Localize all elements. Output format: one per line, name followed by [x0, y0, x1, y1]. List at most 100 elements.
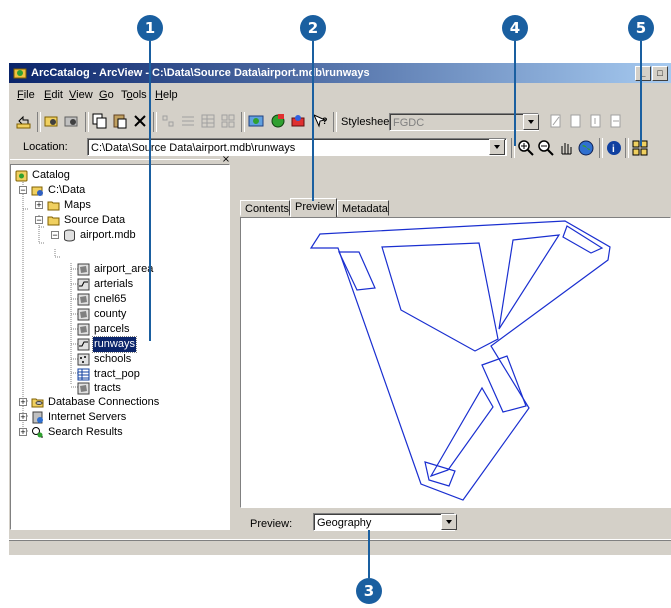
- expand-toggle[interactable]: +: [19, 398, 27, 407]
- edit-metadata-icon[interactable]: [547, 112, 565, 130]
- launch-arctoolbox-icon[interactable]: [269, 112, 287, 130]
- internet-servers-icon: [32, 411, 43, 424]
- large-icons-view-icon[interactable]: [159, 112, 177, 130]
- export-metadata-icon[interactable]: [607, 112, 625, 130]
- collapse-toggle[interactable]: −: [19, 186, 27, 195]
- status-bar: [9, 540, 671, 555]
- tree-label-c-data: C:\Data: [48, 184, 86, 196]
- tree-label-runways-selected: runways: [92, 336, 137, 353]
- toolbar-separator: [241, 112, 245, 132]
- catalog-icon: [15, 170, 28, 182]
- callout-1-leader: [149, 41, 151, 341]
- preview-type-select[interactable]: Geography: [313, 513, 455, 531]
- line-feature-class-icon: [77, 338, 90, 351]
- tree-label-internet-servers: Internet Servers: [48, 411, 127, 423]
- pan-icon[interactable]: [557, 139, 575, 157]
- tree-label-search-results: Search Results: [48, 426, 123, 438]
- maximize-button[interactable]: □: [652, 66, 668, 81]
- stylesheet-label: Stylesheet:: [341, 116, 396, 128]
- toolbar-separator: [333, 112, 337, 132]
- folder-icon: [47, 201, 60, 211]
- delete-icon[interactable]: [131, 112, 149, 130]
- svg-text:?: ?: [322, 116, 328, 126]
- arccatalog-app-icon: [13, 68, 27, 79]
- callout-2: 2: [300, 15, 326, 41]
- callout-5: 5: [628, 15, 654, 41]
- location-dropdown-arrow[interactable]: [489, 139, 505, 155]
- menu-tools[interactable]: Tools: [121, 89, 147, 101]
- preview-type-label: Preview:: [250, 518, 293, 530]
- svg-text:i: i: [612, 144, 615, 155]
- toolbar-separator: [85, 112, 89, 132]
- tree-label-maps: Maps: [64, 199, 91, 211]
- details-view-icon[interactable]: [199, 112, 217, 130]
- polygon-feature-class-icon: [77, 293, 90, 306]
- stylesheet-select[interactable]: FGDC: [389, 113, 539, 131]
- tab-contents[interactable]: Contents: [240, 200, 290, 216]
- expand-toggle[interactable]: +: [35, 201, 43, 210]
- menu-file[interactable]: File: [17, 89, 35, 101]
- callout-3: 3: [356, 578, 382, 604]
- tree-label-county: county: [94, 308, 127, 320]
- callout-5-leader: [640, 41, 642, 146]
- toolbar-separator: [599, 138, 603, 158]
- identify-icon[interactable]: i: [605, 139, 623, 157]
- zoom-out-icon[interactable]: [537, 139, 555, 157]
- up-one-level-icon[interactable]: [15, 112, 33, 130]
- launch-toolbox-icon[interactable]: [289, 112, 307, 130]
- polygon-feature-class-icon: [77, 382, 90, 395]
- full-extent-icon[interactable]: [577, 139, 595, 157]
- menu-bar: File Edit View Go Tools Help: [9, 85, 671, 107]
- tree-label-tracts: tracts: [94, 382, 121, 394]
- tree-label-airport-mdb: airport.mdb: [80, 229, 136, 241]
- paste-icon[interactable]: [111, 112, 129, 130]
- location-toolbar: Location: C:\Data\Source Data\airport.md…: [9, 136, 671, 160]
- folder-open-icon: [47, 216, 60, 226]
- connect-folder-icon[interactable]: [43, 112, 61, 130]
- expand-toggle[interactable]: +: [19, 428, 27, 437]
- catalog-tree: Catalog − C:\Data + Maps − Source Data −…: [10, 164, 230, 530]
- callout-3-leader: [368, 530, 370, 578]
- title-bar[interactable]: ArcCatalog - ArcView - C:\Data\Source Da…: [9, 63, 671, 83]
- table-icon: [77, 368, 90, 381]
- menu-help[interactable]: Help: [155, 89, 178, 101]
- toolbar-separator: [37, 112, 41, 132]
- personal-geodatabase-icon: [64, 229, 75, 242]
- launch-arcmap-icon[interactable]: [247, 112, 265, 130]
- preview-type-dropdown-arrow[interactable]: [441, 514, 457, 530]
- callout-2-leader: [312, 41, 314, 201]
- collapse-toggle[interactable]: −: [51, 231, 59, 240]
- menu-view[interactable]: View: [69, 89, 93, 101]
- polygon-feature-class-icon: [77, 323, 90, 336]
- geography-preview[interactable]: [240, 217, 671, 508]
- minimize-button[interactable]: _: [635, 66, 651, 81]
- polygon-feature-class-icon: [77, 308, 90, 321]
- tree-label-database-connections: Database Connections: [48, 396, 160, 408]
- disconnect-folder-icon[interactable]: [63, 112, 81, 130]
- menu-go[interactable]: Go: [99, 89, 114, 101]
- window-title: ArcCatalog - ArcView - C:\Data\Source Da…: [31, 67, 370, 79]
- stylesheet-dropdown-arrow[interactable]: [523, 114, 539, 130]
- metadata-properties-icon[interactable]: [567, 112, 585, 130]
- tree-label-schools: schools: [94, 353, 132, 365]
- tree-label-catalog: Catalog: [32, 169, 70, 181]
- expand-toggle[interactable]: +: [19, 413, 27, 422]
- search-results-icon: [32, 427, 44, 439]
- menu-edit[interactable]: Edit: [44, 89, 63, 101]
- zoom-in-icon[interactable]: [517, 139, 535, 157]
- tab-metadata[interactable]: Metadata: [337, 200, 389, 216]
- tree-label-parcels: parcels: [94, 323, 130, 335]
- tree-label-cnel65: cnel65: [94, 293, 127, 305]
- runways-geography: [309, 220, 611, 501]
- tree-label-arterials: arterials: [94, 278, 134, 290]
- database-connections-icon: [31, 398, 44, 408]
- collapse-toggle[interactable]: −: [35, 216, 43, 225]
- line-feature-class-icon: [77, 278, 90, 291]
- standard-toolbar: ? Stylesheet: FGDC: [9, 109, 671, 135]
- thumbnails-view-icon[interactable]: [219, 112, 237, 130]
- import-metadata-icon[interactable]: [587, 112, 605, 130]
- list-view-icon[interactable]: [179, 112, 197, 130]
- toolbar-separator: [625, 138, 629, 158]
- toolbar-separator: [153, 112, 157, 132]
- copy-icon[interactable]: [91, 112, 109, 130]
